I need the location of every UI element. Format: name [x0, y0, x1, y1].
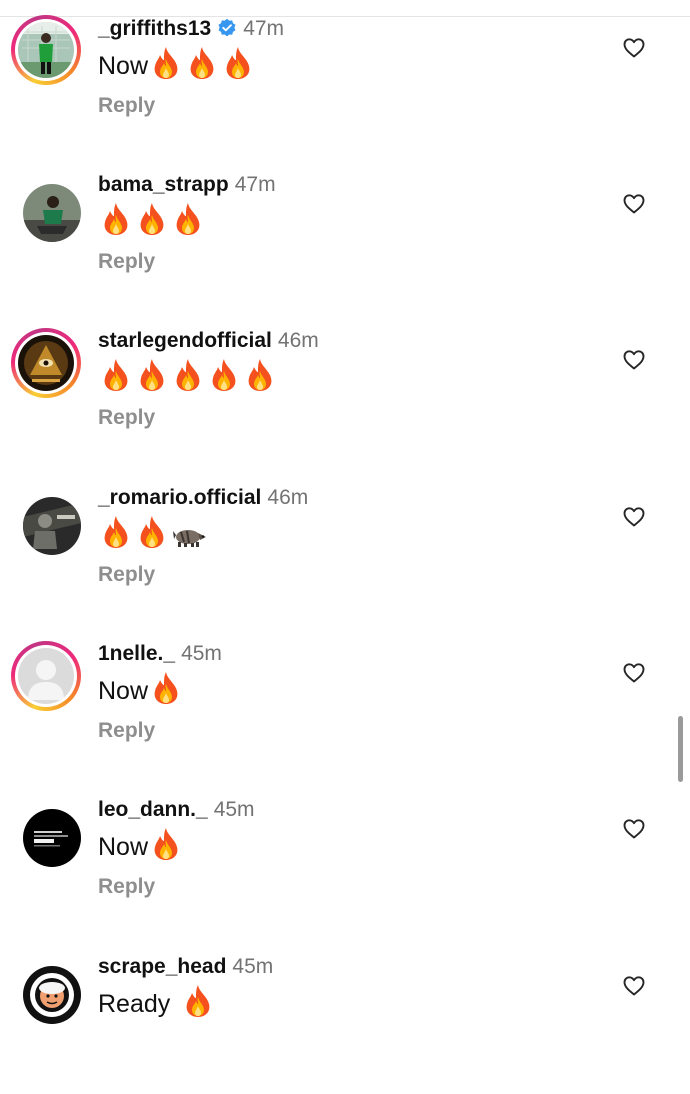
avatar-story-ring[interactable]	[11, 328, 81, 398]
fire-emoji-icon	[244, 358, 276, 392]
heart-icon[interactable]	[622, 817, 646, 841]
heart-icon[interactable]	[622, 661, 646, 685]
username[interactable]: leo_dann._	[98, 798, 208, 821]
avatar-container[interactable]	[11, 954, 81, 1024]
fire-emoji-icon	[100, 515, 132, 549]
fire-emoji-icon	[182, 984, 214, 1018]
timestamp: 45m	[181, 642, 222, 665]
raccoon-emoji-icon	[173, 530, 206, 547]
comment-text: Now	[98, 46, 258, 84]
comment-text: Now	[98, 671, 186, 709]
heart-icon[interactable]	[622, 36, 646, 60]
fire-emoji-icon	[150, 671, 182, 705]
heart-icon[interactable]	[622, 505, 646, 529]
avatar-placeholder	[18, 648, 74, 704]
comment-item: bama_strapp 47m Reply	[0, 172, 690, 312]
fire-emoji-icon	[136, 358, 168, 392]
comment-text	[98, 515, 208, 553]
username[interactable]: starlegendofficial	[98, 329, 272, 352]
heart-icon[interactable]	[622, 348, 646, 372]
scrollbar-thumb[interactable]	[678, 716, 683, 782]
reply-button[interactable]: Reply	[98, 563, 155, 587]
fire-emoji-icon	[208, 358, 240, 392]
heart-icon[interactable]	[622, 192, 646, 216]
comment-item: leo_dann._ 45m Now Reply	[0, 797, 690, 937]
username[interactable]: 1nelle._	[98, 642, 175, 665]
fire-emoji-icon	[150, 46, 182, 80]
fire-emoji-icon	[100, 358, 132, 392]
timestamp: 45m	[213, 798, 255, 821]
reply-button[interactable]: Reply	[98, 875, 155, 899]
avatar-story-ring[interactable]	[11, 15, 81, 85]
heart-icon[interactable]	[622, 974, 646, 998]
fire-emoji-icon	[100, 202, 132, 236]
avatar-container[interactable]	[11, 172, 81, 242]
reply-button[interactable]: Reply	[98, 719, 155, 743]
reply-button[interactable]: Reply	[98, 94, 155, 118]
timestamp: 46m	[277, 329, 319, 352]
reply-button[interactable]: Reply	[98, 406, 155, 430]
fire-emoji-icon	[136, 515, 168, 549]
comment-text	[98, 202, 208, 240]
fire-emoji-icon	[136, 202, 168, 236]
comment-item: starlegendofficial 46m Reply	[0, 328, 690, 468]
comment-item: 1nelle._ 45m Now Reply	[0, 641, 690, 781]
timestamp: 46m	[267, 486, 309, 509]
timestamp: 47m	[234, 173, 276, 196]
fire-emoji-icon	[172, 358, 204, 392]
comment-text: Ready	[98, 984, 218, 1022]
avatar-container[interactable]	[11, 797, 81, 867]
comment-text: Now	[98, 827, 186, 865]
username[interactable]: scrape_head	[98, 955, 226, 978]
fire-emoji-icon	[172, 202, 204, 236]
fire-emoji-icon	[222, 46, 254, 80]
avatar-container[interactable]	[11, 485, 81, 555]
avatar	[23, 497, 81, 555]
comment-text	[98, 358, 280, 396]
avatar	[23, 966, 81, 1024]
comment-item: _romario.official 46m Reply	[0, 485, 690, 625]
fire-emoji-icon	[150, 827, 182, 861]
timestamp: 45m	[232, 955, 274, 978]
reply-button[interactable]: Reply	[98, 250, 155, 274]
comment-item: _griffiths13 47m Now Reply	[0, 15, 690, 156]
avatar	[18, 22, 74, 78]
username[interactable]: bama_strapp	[98, 173, 229, 196]
avatar	[23, 184, 81, 242]
username[interactable]: _romario.official	[98, 486, 261, 509]
avatar-story-ring[interactable]	[11, 641, 81, 711]
avatar	[18, 335, 74, 391]
username[interactable]: _griffiths13	[98, 17, 211, 40]
avatar	[23, 809, 81, 867]
fire-emoji-icon	[186, 46, 218, 80]
timestamp: 47m	[243, 17, 285, 40]
comment-item: scrape_head 45m Ready	[0, 954, 690, 1094]
verified-badge-icon	[218, 18, 236, 37]
